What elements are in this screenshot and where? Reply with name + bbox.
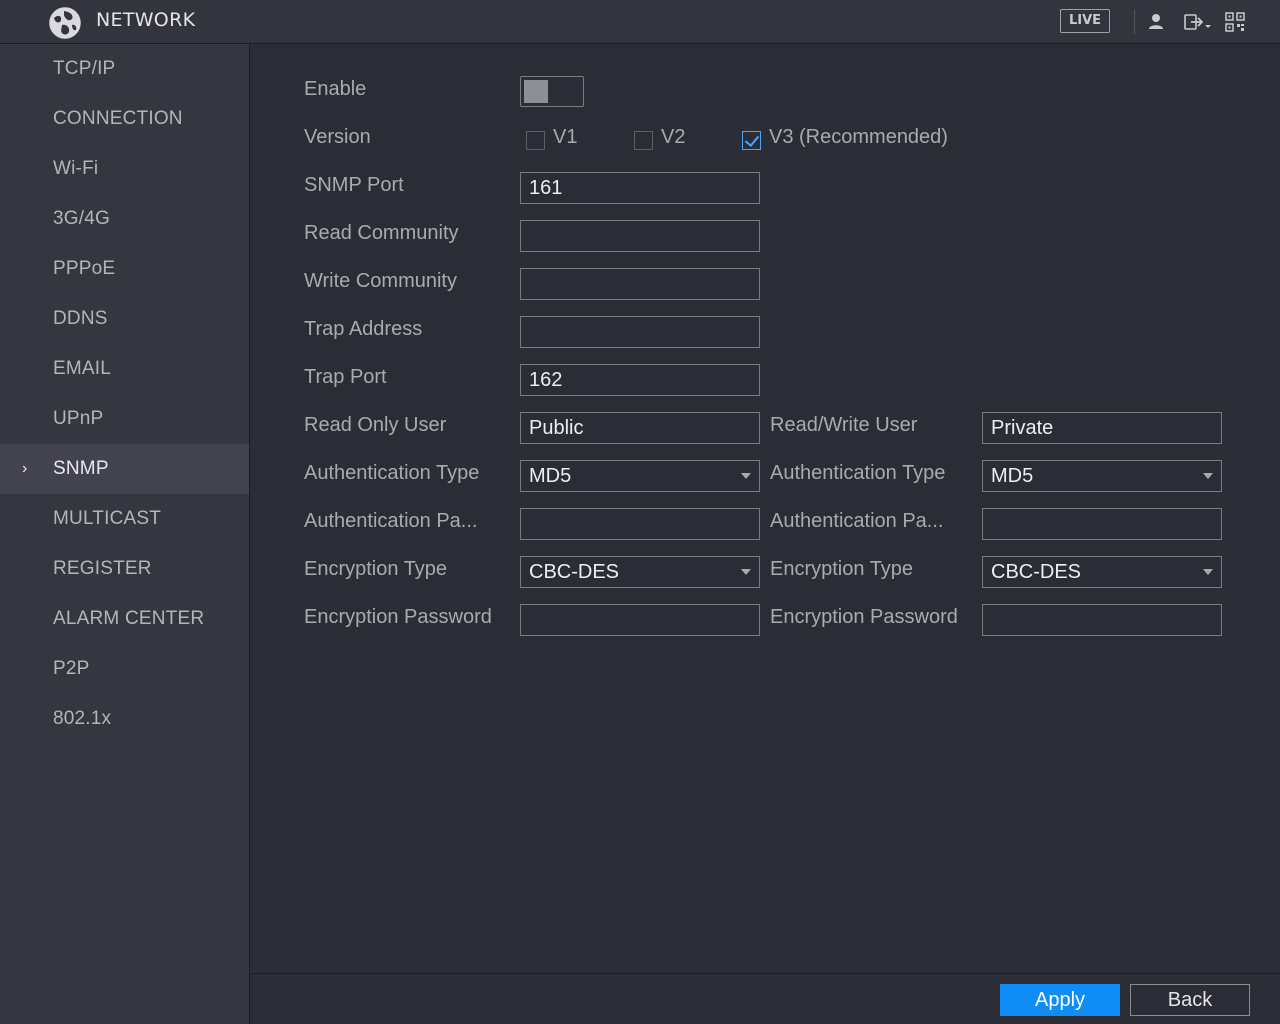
toolbar-divider [1134, 10, 1135, 34]
sidebar-item-label: REGISTER [53, 558, 152, 579]
rw-encryption-password-input[interactable] [982, 604, 1222, 636]
qr-code-icon[interactable] [1225, 12, 1245, 32]
rw-encryption-type-value: CBC-DES [991, 561, 1082, 583]
dropdown-arrow-icon [1203, 473, 1213, 479]
write-community-input[interactable] [520, 268, 760, 300]
read-only-user-label: Read Only User [304, 414, 447, 436]
read-only-user-input[interactable]: Public [520, 412, 760, 444]
sidebar-item-connection[interactable]: CONNECTION [0, 94, 249, 144]
rw-auth-type-label: Authentication Type [770, 462, 946, 484]
live-button[interactable]: LIVE [1060, 9, 1110, 33]
read-community-input[interactable] [520, 220, 760, 252]
trap-port-label: Trap Port [304, 366, 387, 388]
sidebar-item-email[interactable]: EMAIL [0, 344, 249, 394]
sidebar-item-label: MULTICAST [53, 508, 162, 529]
sidebar-item-label: UPnP [53, 408, 104, 429]
sidebar-item-label: ALARM CENTER [53, 608, 205, 629]
v2-checkbox[interactable] [634, 131, 653, 150]
sidebar-item-label: P2P [53, 658, 90, 679]
sidebar-item-3g-4g[interactable]: 3G/4G [0, 194, 249, 244]
version-label: Version [304, 126, 371, 148]
ro-encryption-password-label: Encryption Password [304, 606, 492, 628]
dropdown-arrow-icon [1203, 569, 1213, 575]
v2-label: V2 [661, 126, 686, 148]
ro-encryption-type-label: Encryption Type [304, 558, 448, 580]
rw-encryption-type-select[interactable]: CBC-DES [982, 556, 1222, 588]
sidebar-item-label: 802.1x [53, 708, 112, 729]
read-community-label: Read Community [304, 222, 459, 244]
page-title: NETWORK [96, 9, 196, 31]
snmp-settings-panel: Enable Version V1 V2 V3 (Recommended) SN… [251, 44, 1280, 973]
ro-auth-type-label: Authentication Type [304, 462, 480, 484]
enable-label: Enable [304, 78, 367, 100]
rw-auth-password-label: Authentication Pa... [770, 510, 944, 532]
ro-auth-password-label: Authentication Pa... [304, 510, 478, 532]
apply-button[interactable]: Apply [1000, 984, 1120, 1016]
rw-encryption-password-label: Encryption Password [770, 606, 958, 628]
sidebar-item-label: 3G/4G [53, 208, 110, 229]
sidebar-item-label: DDNS [53, 308, 108, 329]
top-bar: NETWORK LIVE [0, 0, 1280, 44]
v1-label: V1 [553, 126, 578, 148]
sidebar-item-snmp[interactable]: › SNMP [0, 444, 249, 494]
ro-auth-password-input[interactable] [520, 508, 760, 540]
dropdown-arrow-icon [741, 473, 751, 479]
trap-address-label: Trap Address [304, 318, 423, 340]
rw-encryption-type-label: Encryption Type [770, 558, 914, 580]
user-icon[interactable] [1146, 12, 1166, 32]
read-write-user-label: Read/Write User [770, 414, 918, 436]
ro-auth-type-value: MD5 [529, 465, 572, 487]
logo-globe-icon [49, 7, 81, 39]
sidebar: TCP/IP CONNECTION Wi-Fi 3G/4G PPPoE DDNS… [0, 44, 250, 1024]
checkmark-icon [744, 131, 760, 148]
sidebar-item-register[interactable]: REGISTER [0, 544, 249, 594]
trap-port-input[interactable]: 162 [520, 364, 760, 396]
ro-encryption-password-input[interactable] [520, 604, 760, 636]
sidebar-item-label: EMAIL [53, 358, 112, 379]
back-button[interactable]: Back [1130, 984, 1250, 1016]
trap-address-input[interactable] [520, 316, 760, 348]
v3-checkbox[interactable] [742, 131, 761, 150]
write-community-label: Write Community [304, 270, 457, 292]
rw-auth-password-input[interactable] [982, 508, 1222, 540]
enable-toggle[interactable] [520, 76, 584, 107]
sidebar-item-wifi[interactable]: Wi-Fi [0, 144, 249, 194]
v3-label: V3 (Recommended) [769, 126, 948, 148]
sidebar-item-tcp-ip[interactable]: TCP/IP [0, 44, 249, 94]
dropdown-arrow-icon [741, 569, 751, 575]
sidebar-item-upnp[interactable]: UPnP [0, 394, 249, 444]
sidebar-item-label: TCP/IP [53, 58, 116, 79]
read-write-user-input[interactable]: Private [982, 412, 1222, 444]
toggle-knob [524, 80, 548, 103]
sidebar-item-label: Wi-Fi [53, 158, 99, 179]
ro-encryption-type-select[interactable]: CBC-DES [520, 556, 760, 588]
sidebar-item-label: CONNECTION [53, 108, 183, 129]
snmp-port-input[interactable]: 161 [520, 172, 760, 204]
ro-encryption-type-value: CBC-DES [529, 561, 620, 583]
chevron-right-icon: › [22, 460, 28, 477]
sidebar-item-alarm-center[interactable]: ALARM CENTER [0, 594, 249, 644]
sidebar-item-ddns[interactable]: DDNS [0, 294, 249, 344]
sidebar-item-label: SNMP [53, 458, 109, 479]
sidebar-item-pppoe[interactable]: PPPoE [0, 244, 249, 294]
snmp-port-label: SNMP Port [304, 174, 404, 196]
sidebar-item-multicast[interactable]: MULTICAST [0, 494, 249, 544]
logout-icon[interactable] [1183, 12, 1215, 32]
sidebar-item-label: PPPoE [53, 258, 116, 279]
rw-auth-type-value: MD5 [991, 465, 1034, 487]
sidebar-item-p2p[interactable]: P2P [0, 644, 249, 694]
rw-auth-type-select[interactable]: MD5 [982, 460, 1222, 492]
ro-auth-type-select[interactable]: MD5 [520, 460, 760, 492]
v1-checkbox[interactable] [526, 131, 545, 150]
footer-bar: Apply Back [251, 973, 1280, 1024]
sidebar-item-8021x[interactable]: 802.1x [0, 694, 249, 744]
